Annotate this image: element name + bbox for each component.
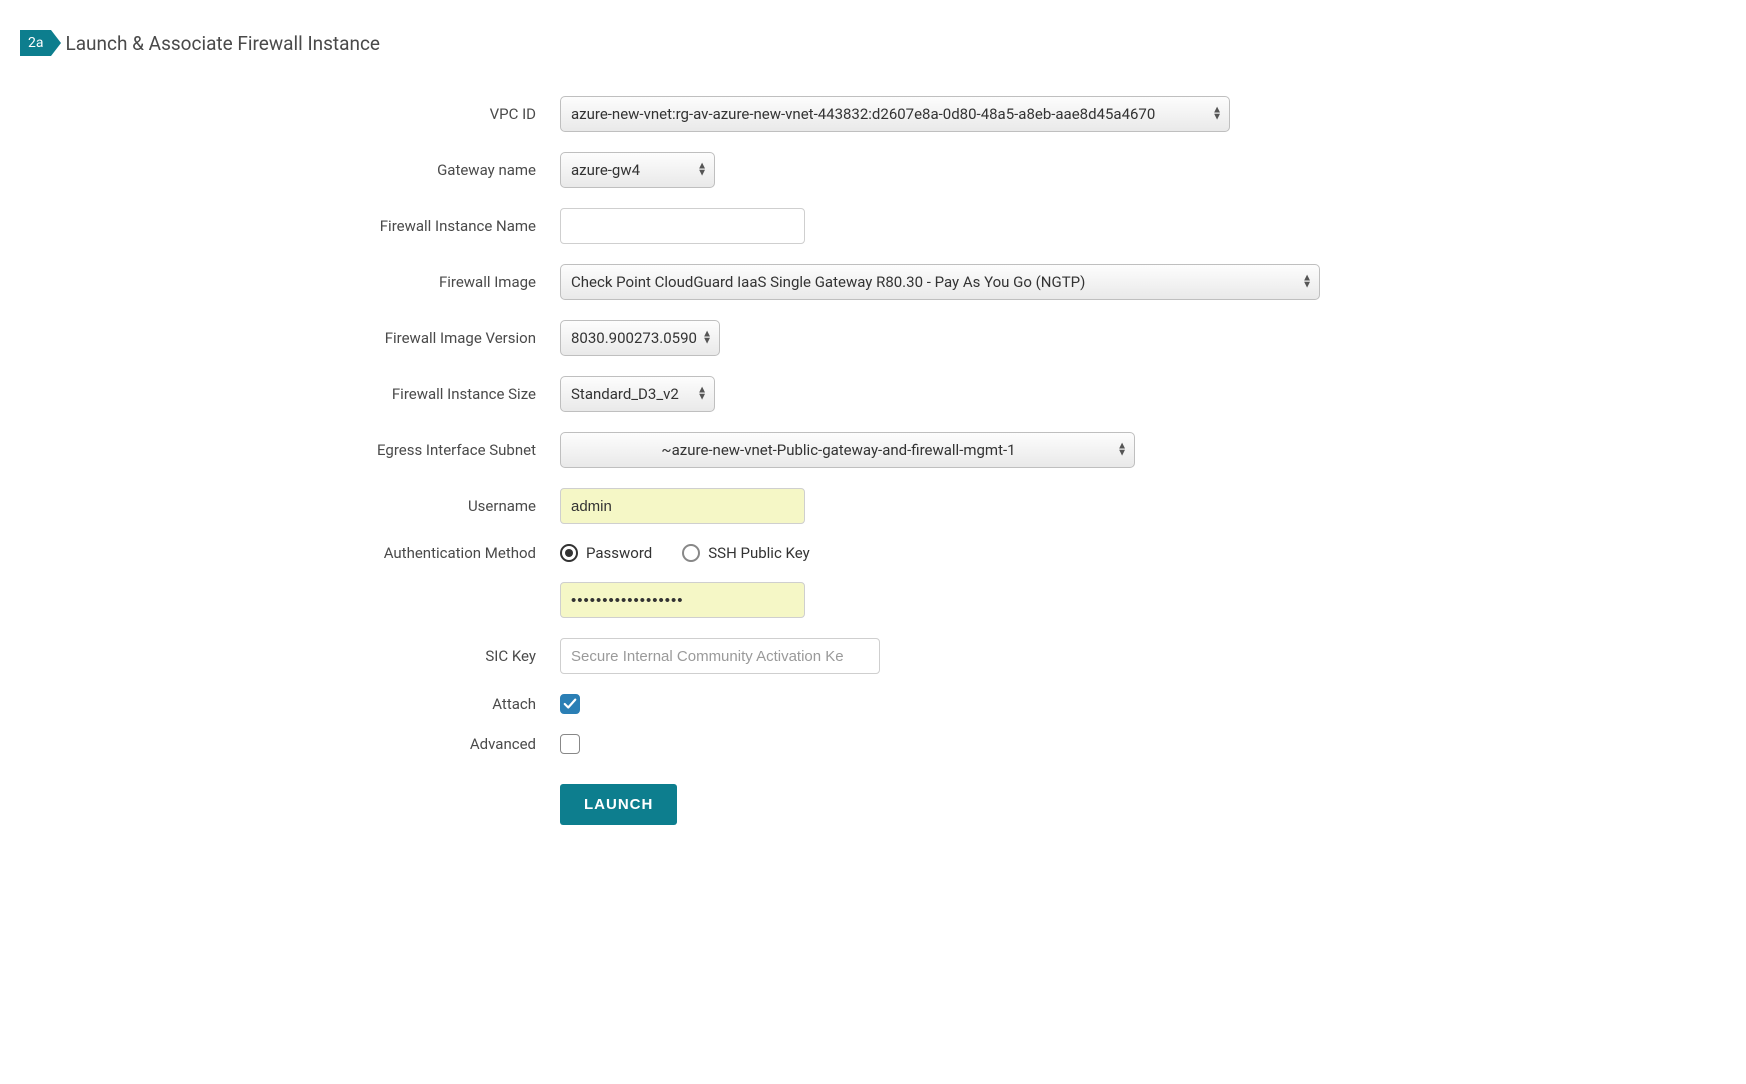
section-header: 2a Launch & Associate Firewall Instance — [20, 30, 1726, 56]
button-row: LAUNCH — [560, 784, 1470, 825]
firewall-instance-size-select[interactable]: Standard_D3_v2 — [560, 376, 715, 412]
vpc-id-select[interactable]: azure-new-vnet:rg-av-azure-new-vnet-4438… — [560, 96, 1230, 132]
row-firewall-instance-size: Firewall Instance Size Standard_D3_v2 ▲▼ — [350, 376, 1470, 412]
auth-method-radio-group: Password SSH Public Key — [560, 544, 810, 562]
step-number: 2a — [28, 35, 43, 51]
row-firewall-image-version: Firewall Image Version 8030.900273.0590 … — [350, 320, 1470, 356]
egress-subnet-select[interactable]: ~azure-new-vnet-Public-gateway-and-firew… — [560, 432, 1135, 468]
firewall-image-select-wrap: Check Point CloudGuard IaaS Single Gatew… — [560, 264, 1320, 300]
launch-button[interactable]: LAUNCH — [560, 784, 677, 825]
firewall-image-version-select-wrap: 8030.900273.0590 ▲▼ — [560, 320, 720, 356]
egress-subnet-select-wrap: ~azure-new-vnet-Public-gateway-and-firew… — [560, 432, 1135, 468]
label-firewall-instance-name: Firewall Instance Name — [350, 217, 560, 235]
page-title: Launch & Associate Firewall Instance — [65, 32, 380, 55]
row-password: •••••••••••••••••• — [350, 582, 1470, 618]
row-attach: Attach — [350, 694, 1470, 714]
row-firewall-image: Firewall Image Check Point CloudGuard Ia… — [350, 264, 1470, 300]
label-sic-key: SIC Key — [350, 647, 560, 665]
label-firewall-image-version: Firewall Image Version — [350, 329, 560, 347]
gateway-name-select[interactable]: azure-gw4 — [560, 152, 715, 188]
label-advanced: Advanced — [350, 735, 560, 753]
label-firewall-instance-size: Firewall Instance Size — [350, 385, 560, 403]
firewall-instance-name-input[interactable] — [560, 208, 805, 244]
row-sic-key: SIC Key — [350, 638, 1470, 674]
username-input[interactable] — [560, 488, 805, 524]
gateway-name-select-wrap: azure-gw4 ▲▼ — [560, 152, 715, 188]
row-advanced: Advanced — [350, 734, 1470, 754]
radio-password[interactable]: Password — [560, 544, 652, 562]
label-firewall-image: Firewall Image — [350, 273, 560, 291]
radio-icon-checked — [560, 544, 578, 562]
password-input[interactable]: •••••••••••••••••• — [560, 582, 805, 618]
label-gateway-name: Gateway name — [350, 161, 560, 179]
label-vpc-id: VPC ID — [350, 105, 560, 123]
firewall-image-select[interactable]: Check Point CloudGuard IaaS Single Gatew… — [560, 264, 1320, 300]
radio-password-label: Password — [586, 544, 652, 562]
firewall-image-version-select[interactable]: 8030.900273.0590 — [560, 320, 720, 356]
row-firewall-instance-name: Firewall Instance Name — [350, 208, 1470, 244]
radio-ssh-public-key[interactable]: SSH Public Key — [682, 544, 809, 562]
sic-key-input[interactable] — [560, 638, 880, 674]
firewall-instance-size-select-wrap: Standard_D3_v2 ▲▼ — [560, 376, 715, 412]
form-container: VPC ID azure-new-vnet:rg-av-azure-new-vn… — [350, 96, 1470, 825]
check-icon — [563, 697, 577, 711]
row-auth-method: Authentication Method Password SSH Publi… — [350, 544, 1470, 562]
row-gateway-name: Gateway name azure-gw4 ▲▼ — [350, 152, 1470, 188]
advanced-checkbox[interactable] — [560, 734, 580, 754]
step-badge: 2a — [20, 30, 51, 56]
label-attach: Attach — [350, 695, 560, 713]
attach-checkbox[interactable] — [560, 694, 580, 714]
label-auth-method: Authentication Method — [350, 544, 560, 562]
label-egress-interface-subnet: Egress Interface Subnet — [350, 441, 560, 459]
vpc-id-select-wrap: azure-new-vnet:rg-av-azure-new-vnet-4438… — [560, 96, 1230, 132]
row-egress-interface-subnet: Egress Interface Subnet ~azure-new-vnet-… — [350, 432, 1470, 468]
row-vpc-id: VPC ID azure-new-vnet:rg-av-azure-new-vn… — [350, 96, 1470, 132]
radio-icon-unchecked — [682, 544, 700, 562]
radio-ssh-label: SSH Public Key — [708, 544, 809, 562]
label-username: Username — [350, 497, 560, 515]
row-username: Username — [350, 488, 1470, 524]
